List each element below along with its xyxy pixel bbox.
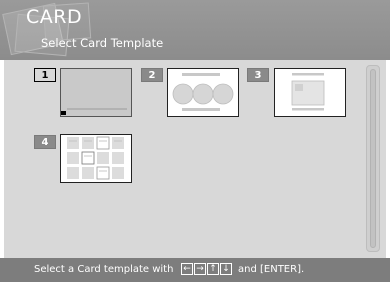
page-subtitle: Select Card Template — [41, 36, 164, 50]
template-number-2: 2 — [141, 68, 163, 82]
page-title: CARD — [26, 6, 83, 28]
template-1-thumbnail[interactable] — [60, 68, 132, 117]
template-3-layout-icon — [291, 73, 325, 111]
footer-hint-suffix: and [ENTER]. — [238, 264, 305, 275]
template-3-thumbnail[interactable] — [274, 68, 346, 117]
scrollbar-thumb[interactable] — [370, 69, 376, 248]
template-2-thumbnail[interactable] — [167, 68, 239, 117]
card-template-screen: CARD Select Card Template 1 2 3 4 Select… — [0, 0, 390, 282]
scrollbar[interactable] — [366, 65, 380, 252]
template-number-1: 1 — [34, 68, 56, 82]
template-2-layout-icon — [172, 73, 234, 111]
footer-hint-bar: Select a Card template with ← → ↑ ↓ and … — [0, 258, 390, 282]
header: CARD Select Card Template — [0, 0, 390, 60]
up-arrow-icon: ↑ — [207, 263, 219, 275]
template-4-layout-icon — [67, 136, 124, 180]
right-arrow-icon: → — [194, 263, 206, 275]
template-1-layout-icon — [61, 108, 127, 115]
template-4-thumbnail[interactable] — [60, 134, 132, 183]
down-arrow-icon: ↓ — [220, 263, 232, 275]
template-number-3: 3 — [247, 68, 269, 82]
left-arrow-icon: ← — [181, 263, 193, 275]
template-number-4: 4 — [34, 135, 56, 149]
footer-hint-prefix: Select a Card template with — [34, 264, 174, 275]
